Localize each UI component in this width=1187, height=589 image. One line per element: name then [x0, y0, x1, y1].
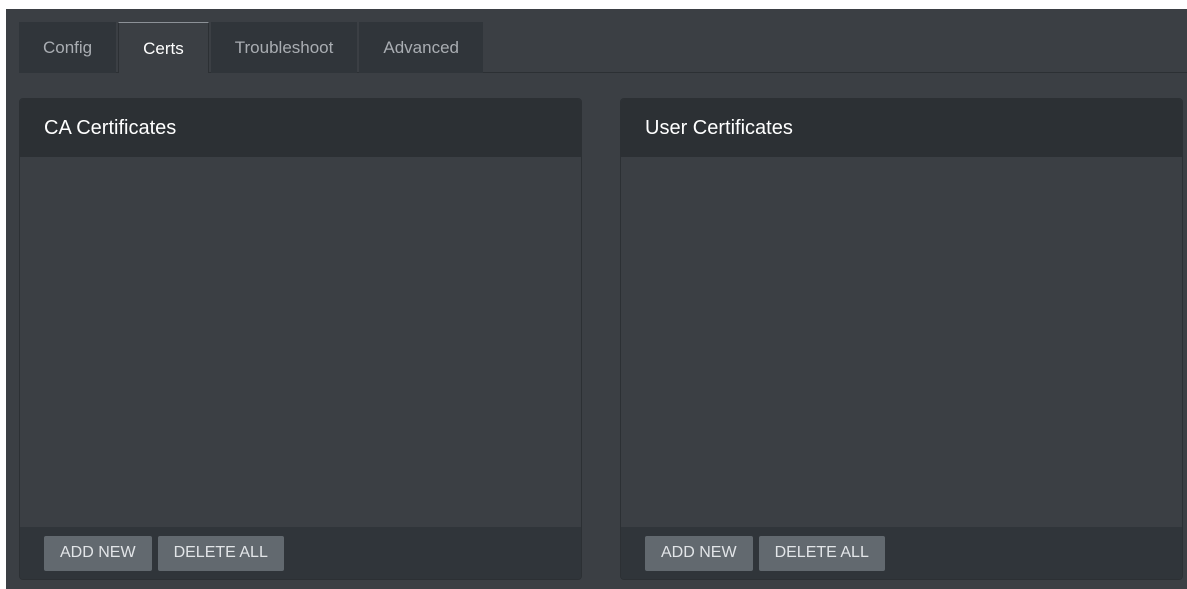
tab-troubleshoot[interactable]: Troubleshoot: [210, 22, 358, 73]
user-certificates-footer: ADD NEW DELETE ALL: [621, 527, 1182, 579]
ca-certificates-list: [20, 157, 581, 527]
tab-bar: Config Certs Troubleshoot Advanced: [19, 21, 1187, 73]
ca-certificates-footer: ADD NEW DELETE ALL: [20, 527, 581, 579]
ca-delete-all-button[interactable]: DELETE ALL: [157, 535, 284, 571]
user-delete-all-button[interactable]: DELETE ALL: [758, 535, 885, 571]
user-add-new-button[interactable]: ADD NEW: [645, 535, 753, 571]
tab-config[interactable]: Config: [19, 22, 117, 73]
tab-advanced[interactable]: Advanced: [359, 22, 483, 73]
ca-add-new-button[interactable]: ADD NEW: [44, 535, 152, 571]
certificates-app: Config Certs Troubleshoot Advanced CA Ce…: [6, 9, 1187, 589]
user-certificates-title: User Certificates: [621, 99, 1182, 157]
user-certificates-panel: User Certificates ADD NEW DELETE ALL: [620, 98, 1183, 580]
tab-certs[interactable]: Certs: [118, 22, 209, 73]
ca-certificates-panel: CA Certificates ADD NEW DELETE ALL: [19, 98, 582, 580]
ca-certificates-title: CA Certificates: [20, 99, 581, 157]
user-certificates-list: [621, 157, 1182, 527]
